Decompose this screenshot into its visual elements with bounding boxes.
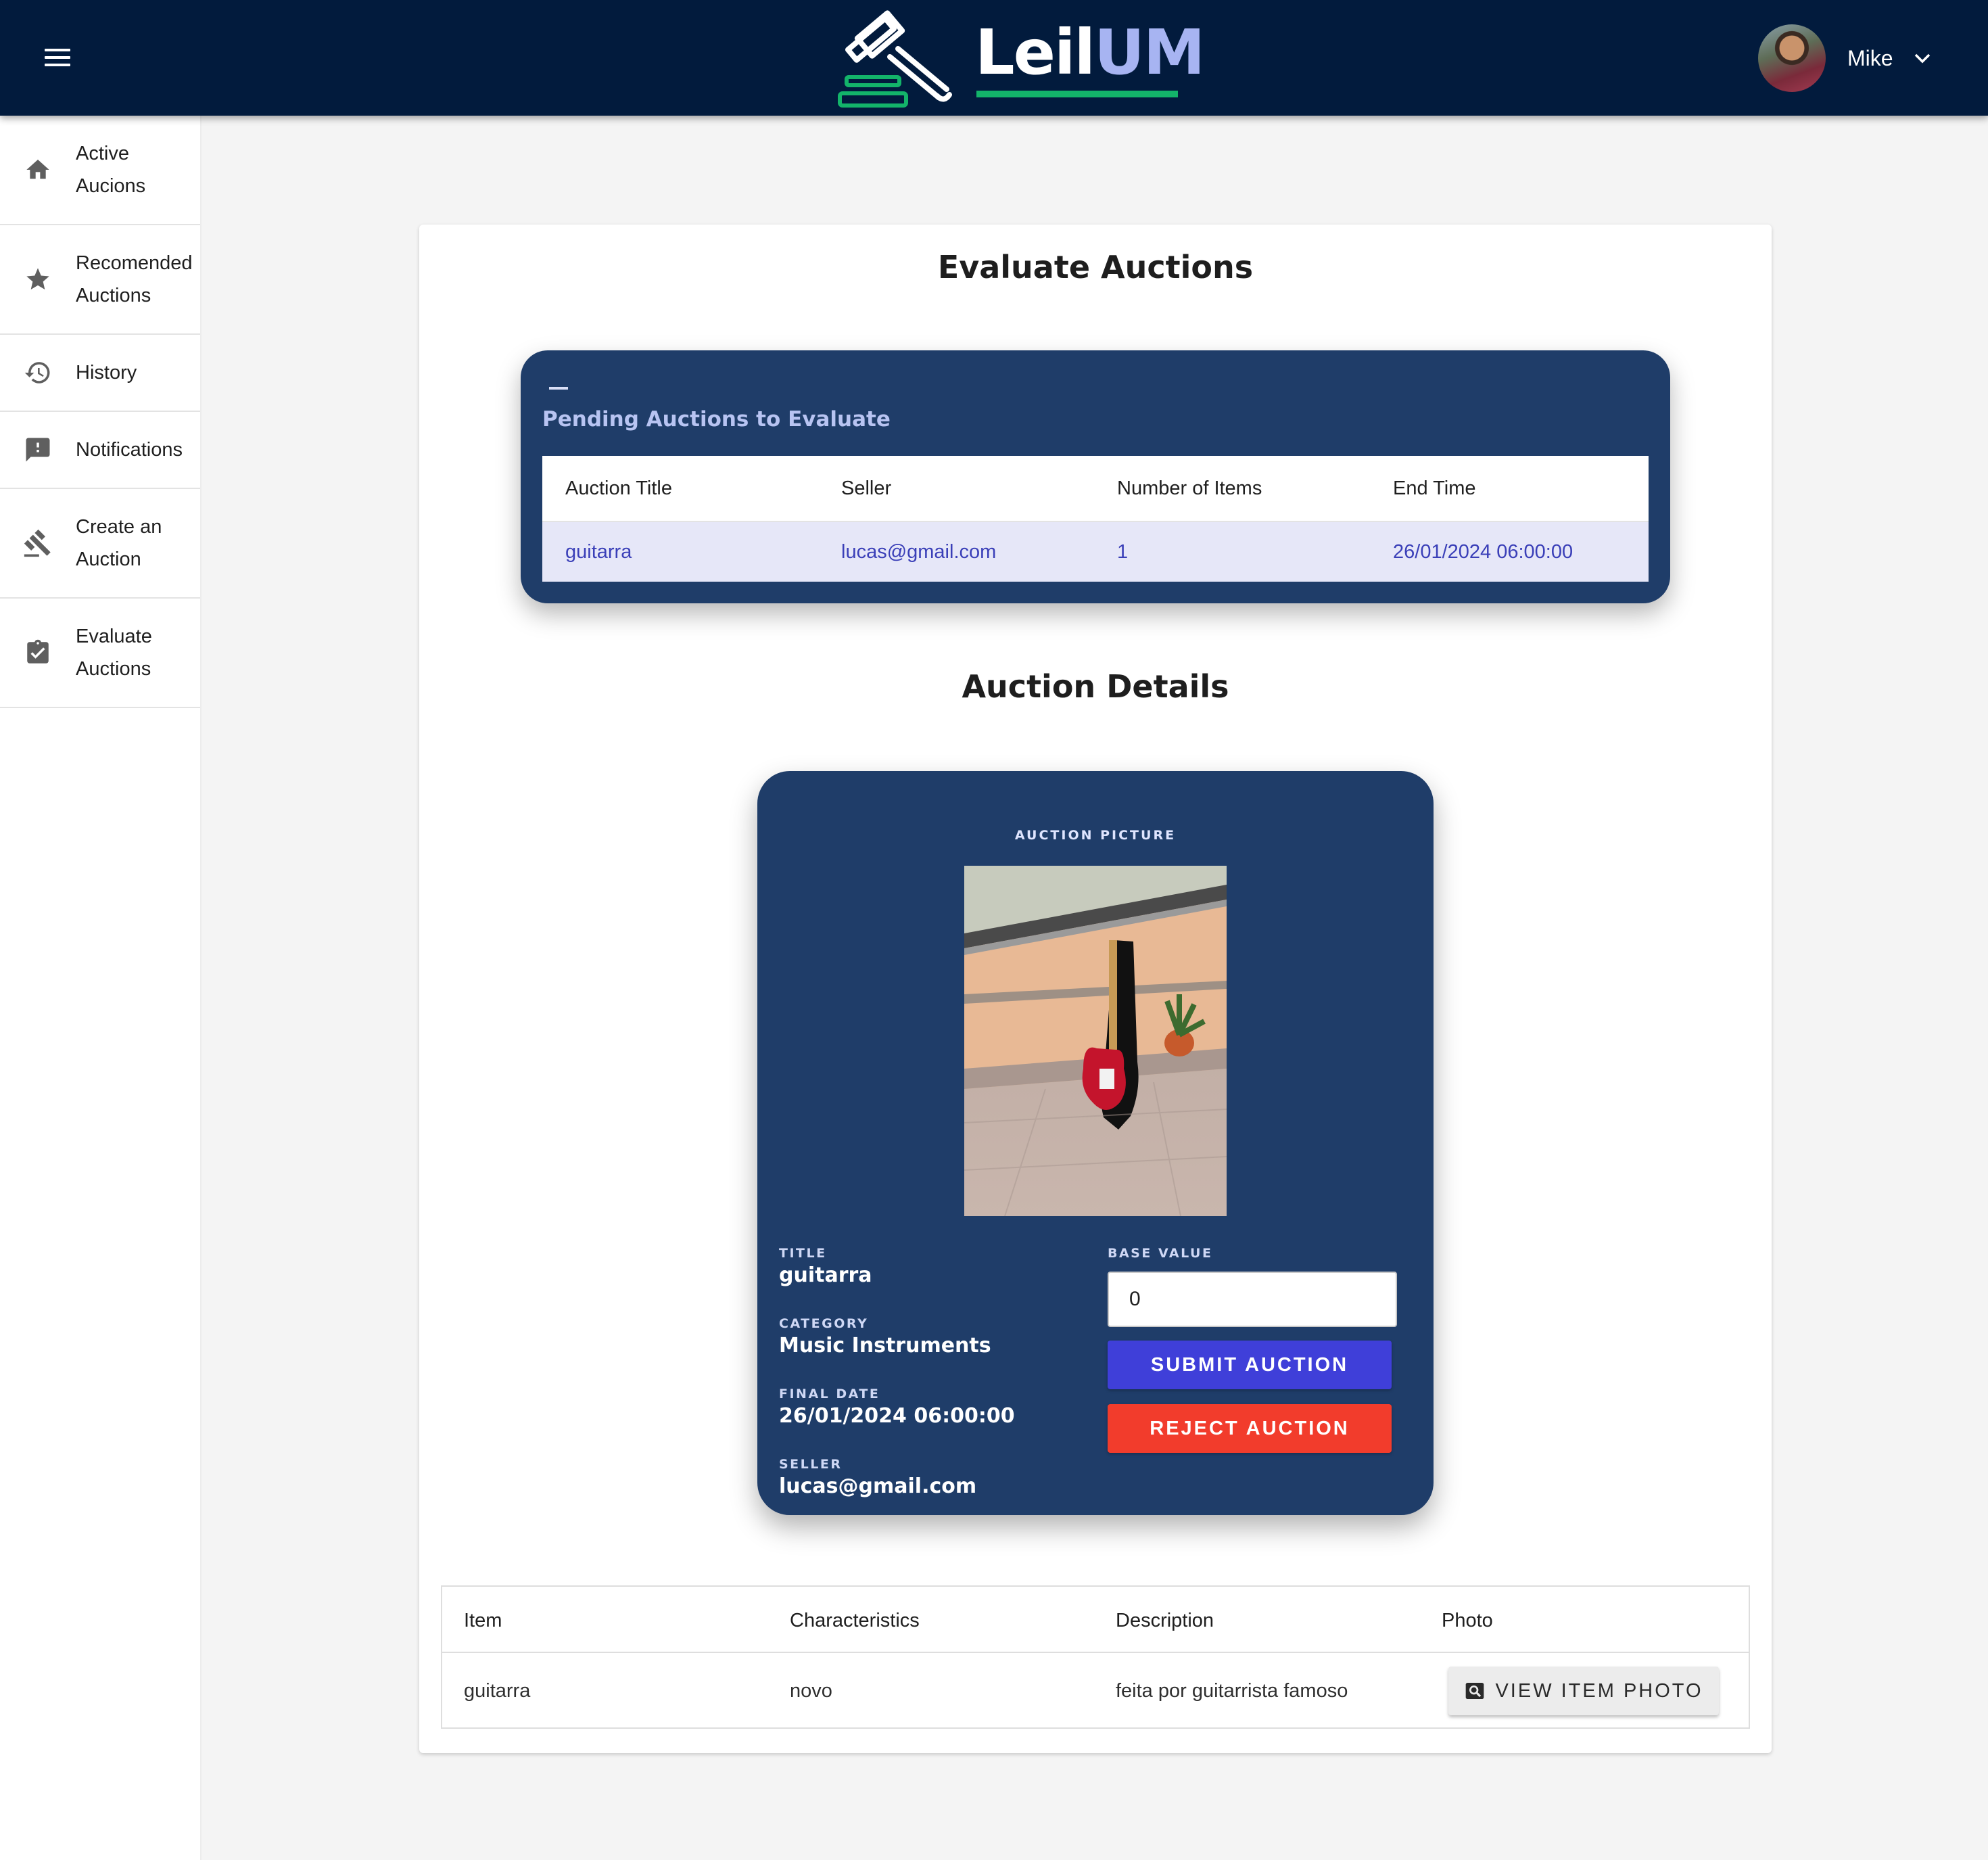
final-date-label: FINAL DATE xyxy=(779,1387,880,1401)
sidebar-item-label: Evaluate Auctions xyxy=(76,626,152,680)
table-header-row: Auction Title Seller Number of Items End… xyxy=(542,456,1649,522)
sidebar-item-label: History xyxy=(76,362,137,383)
view-item-photo-label: VIEW ITEM PHOTO xyxy=(1495,1679,1703,1702)
user-menu[interactable]: Mike xyxy=(1758,23,1933,93)
auction-title-cell: guitarra xyxy=(565,540,632,563)
pending-auctions-table: Auction Title Seller Number of Items End… xyxy=(542,456,1649,582)
reject-auction-button[interactable]: REJECT AUCTION xyxy=(1108,1404,1392,1453)
avatar xyxy=(1758,24,1826,92)
table-row: guitarra novo feita por guitarrista famo… xyxy=(442,1653,1749,1729)
column-header: Seller xyxy=(841,477,892,499)
sidebar-item-active-auctions[interactable]: Active Aucions xyxy=(0,116,200,225)
seller-label: SELLER xyxy=(779,1457,843,1472)
auction-photo xyxy=(964,866,1227,1216)
description-cell: feita por guitarrista famoso xyxy=(1116,1680,1348,1702)
characteristics-cell: novo xyxy=(790,1680,832,1702)
sidebar-item-label: Create an Auction xyxy=(76,516,162,570)
item-cell: guitarra xyxy=(464,1680,531,1702)
submit-auction-button[interactable]: SUBMIT AUCTION xyxy=(1108,1341,1392,1389)
pending-auctions-panel: Pending Auctions to Evaluate Auction Tit… xyxy=(521,350,1670,603)
clipboard-check-icon xyxy=(20,635,55,670)
view-item-photo-button[interactable]: VIEW ITEM PHOTO xyxy=(1448,1667,1719,1715)
item-count-cell: 1 xyxy=(1117,540,1129,563)
home-icon xyxy=(20,152,55,187)
base-value-label: BASE VALUE xyxy=(1108,1246,1213,1261)
column-header: Item xyxy=(464,1610,502,1631)
image-search-icon xyxy=(1466,1683,1484,1699)
collapse-icon[interactable] xyxy=(549,387,568,390)
sidebar-item-history[interactable]: History xyxy=(0,335,200,412)
final-date-value: 26/01/2024 06:00:00 xyxy=(779,1404,1015,1428)
top-app-bar: LeilUM Mike xyxy=(0,0,1988,116)
base-value-input[interactable] xyxy=(1108,1272,1397,1327)
brand-name: LeilUM xyxy=(975,16,1205,89)
brand-underline xyxy=(976,91,1178,97)
sidebar-item-recommended-auctions[interactable]: Recomended Auctions xyxy=(0,225,200,335)
category-value: Music Instruments xyxy=(779,1334,991,1357)
main-card: Evaluate Auctions Pending Auctions to Ev… xyxy=(419,225,1772,1753)
auction-picture-label: AUCTION PICTURE xyxy=(1014,828,1177,843)
column-header: End Time xyxy=(1393,477,1476,499)
column-header: Auction Title xyxy=(565,477,672,499)
column-header: Characteristics xyxy=(790,1610,920,1631)
table-row[interactable]: guitarra lucas@gmail.com 1 26/01/2024 06… xyxy=(542,522,1649,582)
items-table: Item Characteristics Description Photo g… xyxy=(441,1585,1750,1729)
title-label: TITLE xyxy=(779,1246,827,1261)
sidebar-item-evaluate-auctions[interactable]: Evaluate Auctions xyxy=(0,599,200,708)
notification-icon xyxy=(20,432,55,467)
column-header: Number of Items xyxy=(1117,477,1262,499)
gavel-icon xyxy=(20,526,55,561)
title-value: guitarra xyxy=(779,1263,872,1287)
star-icon xyxy=(20,262,55,297)
sidebar: Active Aucions Recomended Auctions History… xyxy=(0,116,202,1860)
column-header: Description xyxy=(1116,1610,1214,1631)
menu-icon[interactable] xyxy=(45,46,76,69)
sidebar-item-label: Recomended Auctions xyxy=(76,252,193,306)
chevron-down-icon xyxy=(1914,53,1930,64)
brand-logo[interactable]: LeilUM xyxy=(837,3,1205,114)
table-header-row: Item Characteristics Description Photo xyxy=(442,1587,1749,1653)
auction-details-title: Auction Details xyxy=(962,668,1229,705)
history-icon xyxy=(20,355,55,390)
gavel-logo-icon xyxy=(838,10,952,108)
seller-cell: lucas@gmail.com xyxy=(841,540,997,563)
page-title: Evaluate Auctions xyxy=(937,249,1254,285)
user-name: Mike xyxy=(1847,45,1893,70)
sidebar-item-label: Active Aucions xyxy=(76,143,146,197)
end-time-cell: 26/01/2024 06:00:00 xyxy=(1393,540,1573,563)
seller-value: lucas@gmail.com xyxy=(779,1474,977,1498)
auction-details-panel: AUCTION PICTURE TITLE guitarra CATEGORY … xyxy=(757,771,1434,1515)
sidebar-item-notifications[interactable]: Notifications xyxy=(0,412,200,489)
pending-auctions-title: Pending Auctions to Evaluate xyxy=(542,407,891,432)
sidebar-item-create-auction[interactable]: Create an Auction xyxy=(0,489,200,599)
column-header: Photo xyxy=(1442,1610,1493,1631)
sidebar-item-label: Notifications xyxy=(76,439,183,461)
category-label: CATEGORY xyxy=(779,1316,869,1331)
